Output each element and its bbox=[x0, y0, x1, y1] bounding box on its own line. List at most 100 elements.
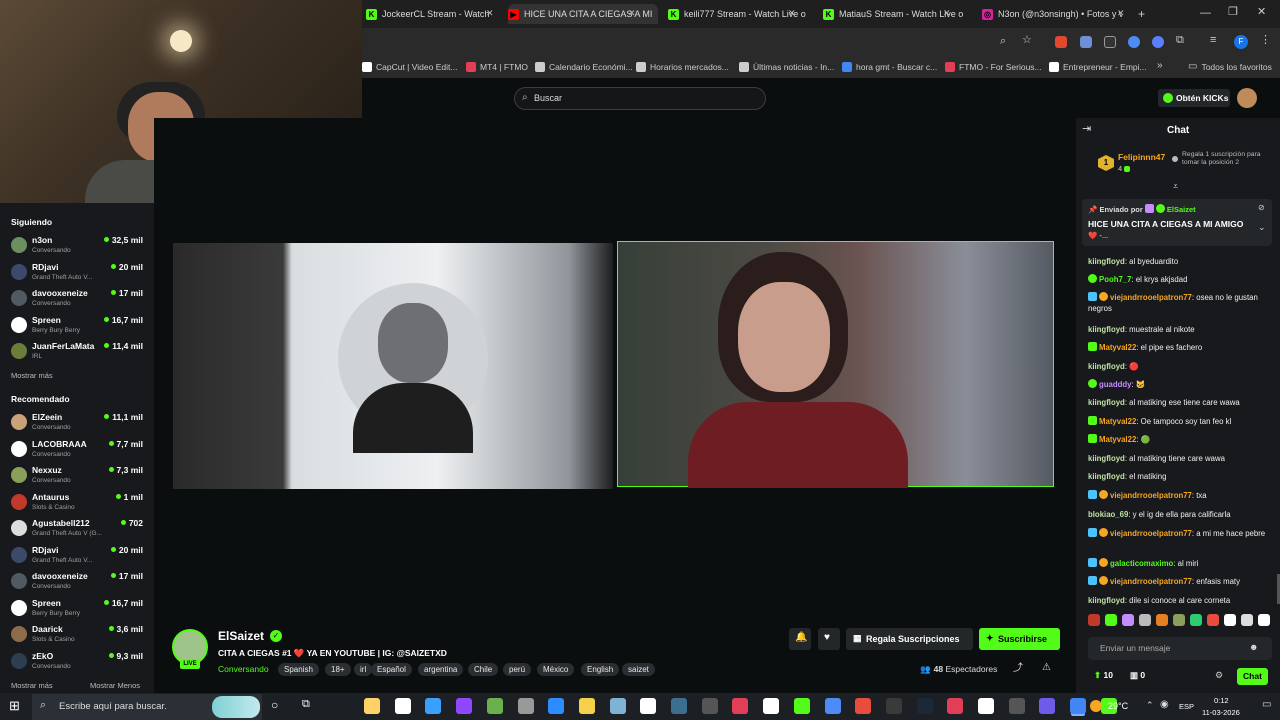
show-more-following[interactable]: Mostrar más bbox=[11, 371, 53, 380]
tab-close-icon[interactable]: ✕ bbox=[628, 9, 636, 18]
follow-button[interactable]: ♥ bbox=[818, 628, 840, 650]
chat-username[interactable]: blokiao_69 bbox=[1088, 510, 1128, 519]
emoji-icon[interactable]: ☻ bbox=[1249, 643, 1258, 652]
extension-icon[interactable] bbox=[1055, 36, 1067, 48]
sidebar-channel[interactable]: Spreen Berry Bury Berry 16,7 mil bbox=[11, 314, 146, 338]
tab-close-icon[interactable]: ✕ bbox=[943, 9, 951, 18]
stream-tag[interactable]: Spanish bbox=[278, 663, 319, 676]
app-icon[interactable] bbox=[1008, 698, 1025, 714]
app-icon[interactable] bbox=[609, 698, 626, 714]
collapse-chat-icon[interactable]: ⇥ bbox=[1082, 124, 1091, 135]
chat-username[interactable]: kiingfloyd bbox=[1088, 472, 1125, 481]
more-menu-icon[interactable]: ⋮ bbox=[1260, 35, 1271, 46]
chat-username[interactable]: kiingfloyd bbox=[1088, 454, 1125, 463]
sidebar-channel[interactable]: n3on Conversando 32,5 mil bbox=[11, 234, 146, 258]
chat-username[interactable]: viejandrrooelpatron77 bbox=[1110, 529, 1192, 538]
send-chat-button[interactable]: Chat bbox=[1237, 668, 1268, 685]
new-tab-icon[interactable]: + bbox=[1138, 8, 1145, 20]
stream-tag[interactable]: perú bbox=[503, 663, 532, 676]
bookmark-item[interactable]: CapCut | Video Edit... bbox=[362, 58, 457, 76]
minimize-icon[interactable]: — bbox=[1200, 8, 1211, 19]
stream-tag[interactable]: 18+ bbox=[325, 663, 351, 676]
search-page-icon[interactable]: ⌕ bbox=[1000, 36, 1006, 47]
tab-close-icon[interactable]: ✕ bbox=[788, 9, 796, 18]
bookmark-item[interactable]: hora gmt - Buscar c... bbox=[842, 58, 937, 76]
sidebar-channel[interactable]: davooxeneize Conversando 17 mil bbox=[11, 570, 146, 594]
sidebar-channel[interactable]: Agustabell212 Grand Theft Auto V (G... 702 bbox=[11, 517, 146, 541]
settings-gear-icon[interactable]: ⚙ bbox=[1215, 671, 1223, 680]
stream-tag[interactable]: México bbox=[537, 663, 575, 676]
sidebar-channel[interactable]: zEkO Conversando 9,3 mil bbox=[11, 650, 146, 674]
notify-button[interactable]: 🔔 bbox=[789, 628, 811, 650]
sidebar-channel[interactable]: davooxeneize Conversando 17 mil bbox=[11, 287, 146, 311]
chat-message[interactable]: Matyval22: 🟢 bbox=[1088, 434, 1272, 445]
chat-message[interactable]: guadddy: 🐱 bbox=[1088, 379, 1272, 390]
chat-message[interactable]: galacticomaximo: al miri bbox=[1088, 558, 1272, 569]
chat-username[interactable]: Matyval22 bbox=[1099, 417, 1136, 426]
steam-icon[interactable] bbox=[916, 698, 933, 714]
chat-username[interactable]: kiingfloyd bbox=[1088, 257, 1125, 266]
chat-username[interactable]: viejandrrooelpatron77 bbox=[1110, 293, 1192, 302]
app-icon[interactable] bbox=[486, 698, 503, 714]
stream-category[interactable]: Conversando bbox=[218, 664, 269, 674]
stream-tag[interactable]: saizet bbox=[622, 663, 655, 676]
stream-tag[interactable]: Chile bbox=[468, 663, 499, 676]
copilot-icon[interactable] bbox=[425, 698, 442, 714]
chat-message[interactable]: blokiao_69: y el ig de ella para calific… bbox=[1088, 509, 1272, 520]
sidebar-channel[interactable]: RDjavi Grand Theft Auto V... 20 mil bbox=[11, 544, 146, 568]
chat-username[interactable]: kiingfloyd bbox=[1088, 325, 1125, 334]
chat-username[interactable]: Pooh7_7 bbox=[1099, 275, 1132, 284]
browser-tab[interactable]: K JockeerCL Stream - Watch Live bbox=[366, 4, 491, 24]
restore-icon[interactable]: ❐ bbox=[1228, 7, 1238, 18]
chat-input[interactable]: Enviar un mensaje bbox=[1088, 637, 1272, 660]
app-icon[interactable] bbox=[517, 698, 534, 714]
chat-username[interactable]: kiingfloyd bbox=[1088, 362, 1125, 371]
file-explorer-icon[interactable] bbox=[364, 698, 380, 714]
app-icon[interactable] bbox=[732, 698, 749, 714]
share-icon[interactable]: ⤴ bbox=[1013, 664, 1023, 674]
star-icon[interactable]: ☆ bbox=[1022, 35, 1032, 46]
capcut-icon[interactable] bbox=[640, 698, 657, 714]
chrome-icon[interactable] bbox=[1070, 698, 1087, 714]
app-icon[interactable] bbox=[885, 698, 902, 714]
tab-close-icon[interactable]: ✕ bbox=[1117, 9, 1125, 18]
report-icon[interactable]: ⚠ bbox=[1042, 663, 1051, 673]
windows-start-icon[interactable]: ⊞ bbox=[9, 699, 20, 712]
all-bookmarks-folder[interactable]: ▭ Todos los favoritos bbox=[1188, 58, 1272, 76]
zoom-icon[interactable] bbox=[548, 698, 565, 714]
language-indicator[interactable]: ESP bbox=[1179, 702, 1194, 711]
app-icon[interactable] bbox=[701, 698, 718, 714]
extension-icon[interactable] bbox=[1104, 36, 1116, 48]
media-control-icon[interactable]: ≡ bbox=[1210, 35, 1216, 46]
chat-message[interactable]: kiingfloyd: muestrale al nikote bbox=[1088, 324, 1272, 335]
user-avatar[interactable] bbox=[1237, 88, 1257, 108]
chat-username[interactable]: guadddy bbox=[1099, 380, 1132, 389]
task-view-icon[interactable]: ⧉ bbox=[302, 699, 310, 710]
subscribe-button[interactable]: ✦ Suscribirse bbox=[979, 628, 1060, 650]
sidebar-channel[interactable]: Nexxuz Conversando 7,3 mil bbox=[11, 464, 146, 488]
twitch-icon[interactable] bbox=[456, 698, 473, 714]
app-icon[interactable] bbox=[763, 698, 780, 714]
chat-message[interactable]: Pooh7_7: el krys akjsdad bbox=[1088, 274, 1272, 285]
tray-chevron-icon[interactable]: ⌃ bbox=[1146, 701, 1154, 710]
top-gifter-name[interactable]: Felipinnn47 bbox=[1118, 152, 1165, 162]
emote-icon[interactable] bbox=[1241, 614, 1253, 626]
gift-subs-button[interactable]: ▦ Regala Suscripciones bbox=[846, 628, 973, 650]
app-icon[interactable] bbox=[1039, 698, 1056, 714]
emote-icon[interactable] bbox=[1173, 614, 1185, 626]
chat-message[interactable]: kiingfloyd: 🔴 bbox=[1088, 361, 1272, 372]
emote-icon[interactable] bbox=[1156, 614, 1168, 626]
sidebar-channel[interactable]: ElZeein Conversando 11,1 mil bbox=[11, 411, 146, 435]
show-less-recommended[interactable]: Mostrar Menos bbox=[90, 681, 140, 690]
chat-username[interactable]: viejandrrooelpatron77 bbox=[1110, 491, 1192, 500]
chat-username[interactable]: galacticomaximo bbox=[1110, 559, 1173, 568]
notepad-icon[interactable] bbox=[394, 698, 411, 714]
opera-icon[interactable] bbox=[855, 698, 872, 714]
bookmark-item[interactable]: MT4 | FTMO bbox=[466, 58, 528, 76]
stream-tag[interactable]: Español bbox=[371, 663, 412, 676]
sidebar-channel[interactable]: Daarick Slots & Casino 3,6 mil bbox=[11, 623, 146, 647]
chat-message[interactable]: viejandrrooelpatron77: a mi me hace pebr… bbox=[1088, 528, 1272, 539]
emote-icon[interactable] bbox=[1258, 614, 1270, 626]
bookmark-item[interactable]: Entrepreneur - Empi... bbox=[1049, 58, 1147, 76]
tray-app-icon[interactable]: ◉ bbox=[1160, 700, 1169, 710]
